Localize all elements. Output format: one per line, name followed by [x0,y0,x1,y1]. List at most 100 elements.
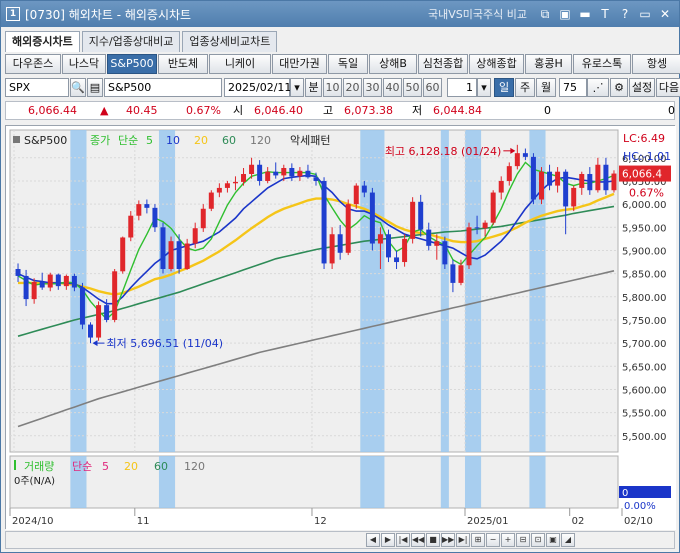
pattern-band-volume [464,456,482,508]
calendar-icon[interactable]: ▾ [290,77,304,97]
title-bar: 1 [0730] 해외차트 - 해외증시차트 국내VS미국주식 비교 ⧉ ▣ ▬ T?… [1,1,679,27]
symbol-input[interactable]: SPX [5,77,69,97]
period-button-1[interactable]: 주 [515,77,535,97]
link-icon[interactable]: ⧉ [537,6,553,22]
legend-marker-icon [13,136,20,143]
tab-1[interactable]: 지수/업종상대비교 [81,31,181,52]
tab-0[interactable]: 해외증시차트 [5,31,80,52]
nav-button-7[interactable]: ⊞ [471,533,485,547]
candle-body [506,166,512,181]
candle-body [571,187,577,207]
candle-body [39,281,45,288]
minute-option-30[interactable]: 30 [363,77,382,97]
text-icon[interactable]: T [597,6,613,22]
minute-option-40[interactable]: 40 [383,77,402,97]
minute-unit-button[interactable]: 분 [305,77,322,97]
nav-button-3[interactable]: ◀◀ [411,533,425,547]
candle-body [458,265,464,283]
current-price: 6,066.44 [28,104,77,117]
candle-body [257,164,263,181]
candle-body [514,153,520,167]
candle-body [192,228,198,244]
nav-button-9[interactable]: + [501,533,515,547]
candle-body [224,183,230,188]
candle-body [152,207,158,228]
nav-button-2[interactable]: |◀ [396,533,410,547]
period-button-0[interactable]: 일 [494,77,514,97]
gear-icon[interactable]: ⚙ [610,77,628,97]
nav-button-12[interactable]: ▣ [546,533,560,547]
chart-area[interactable]: 6,100.00 6,050.00 6,000.00 5,950.00 5,900.00… [5,125,676,530]
candle-body [289,167,295,177]
volume-legend-item: 단순 [72,460,92,473]
candle-body [442,241,448,265]
open-label: 시 [233,104,244,117]
nav-button-6[interactable]: ▶| [456,533,470,547]
minute-option-10[interactable]: 10 [323,77,342,97]
index-button-8[interactable]: 심천종합 [418,54,468,74]
index-button-9[interactable]: 상해종합 [469,54,524,74]
nav-button-11[interactable]: ⊡ [531,533,545,547]
period-button-2[interactable]: 월 [536,77,556,97]
pattern-band [440,130,449,452]
lc-label: LC:6.49 [623,132,665,145]
nav-button-13[interactable]: ◢ [561,533,575,547]
nav-button-8[interactable]: − [486,533,500,547]
candle-body [587,174,593,191]
date-input[interactable]: 2025/02/11 [224,77,291,97]
index-button-10[interactable]: 홍콩H [525,54,572,74]
index-button-3[interactable]: 반도체 [158,54,208,74]
candle-body [394,257,400,263]
candle-body [184,243,190,269]
index-button-1[interactable]: 나스닥 [62,54,106,74]
candle-body [329,234,335,264]
pattern-band-volume [440,456,449,508]
count-spin-icon[interactable]: ▾ [477,77,491,97]
count-input[interactable]: 1 [447,77,477,97]
minute-option-20[interactable]: 20 [343,77,362,97]
candle-body [281,167,287,176]
nav-button-4[interactable]: ■ [426,533,440,547]
candle-body [603,164,609,191]
minute-option-50[interactable]: 50 [403,77,422,97]
settings-button[interactable]: 설정 [629,77,655,97]
price-chart[interactable]: 6,100.006,050.006,000.005,950.005,900.00… [6,126,676,530]
chart-tool-icon[interactable]: ⋰ [587,77,609,97]
y-tick-label: 5,700.00 [622,339,667,350]
index-button-12[interactable]: 항셍 [632,54,680,74]
candle-body [305,170,311,178]
legend-item: 20 [194,134,208,147]
candle-body [466,227,472,266]
restore-icon[interactable]: ▭ [637,6,653,22]
minute-option-60[interactable]: 60 [423,77,442,97]
search-icon[interactable]: 🔍 [70,77,86,97]
pattern-band-volume [529,456,546,508]
index-button-4[interactable]: 니케이 [209,54,271,74]
candle-body [474,227,480,229]
current-change-label: 0.67% [629,187,664,200]
index-button-7[interactable]: 상해B [369,54,417,74]
minimize-icon[interactable]: ▬ [577,6,593,22]
index-button-11[interactable]: 유로스톡 [573,54,631,74]
list-icon[interactable]: ▤ [87,77,103,97]
index-button-2[interactable]: S&P500 [107,54,157,74]
next-button[interactable]: 다음 [656,77,680,97]
volume-value-1: 0 [544,104,551,117]
nav-button-0[interactable]: ◀ [366,533,380,547]
candle-body [63,275,69,287]
index-button-6[interactable]: 독일 [328,54,368,74]
tab-2[interactable]: 업종상세비교차트 [182,31,278,52]
x-tick-label: 02/10 [624,516,653,527]
display-count-input[interactable]: 75 [559,77,587,97]
compare-link[interactable]: 국내VS미국주식 비교 [428,6,527,22]
nav-button-1[interactable]: ▶ [381,533,395,547]
window-icon[interactable]: ▣ [557,6,573,22]
open-price: 6,046.40 [254,104,303,117]
help-icon[interactable]: ? [617,6,633,22]
index-button-5[interactable]: 대만가권 [272,54,327,74]
close-icon[interactable]: ✕ [657,6,673,22]
nav-button-5[interactable]: ▶▶ [441,533,455,547]
nav-button-10[interactable]: ⊟ [516,533,530,547]
index-button-0[interactable]: 다우존스 [5,54,61,74]
legend-item: 단순 [118,134,138,147]
